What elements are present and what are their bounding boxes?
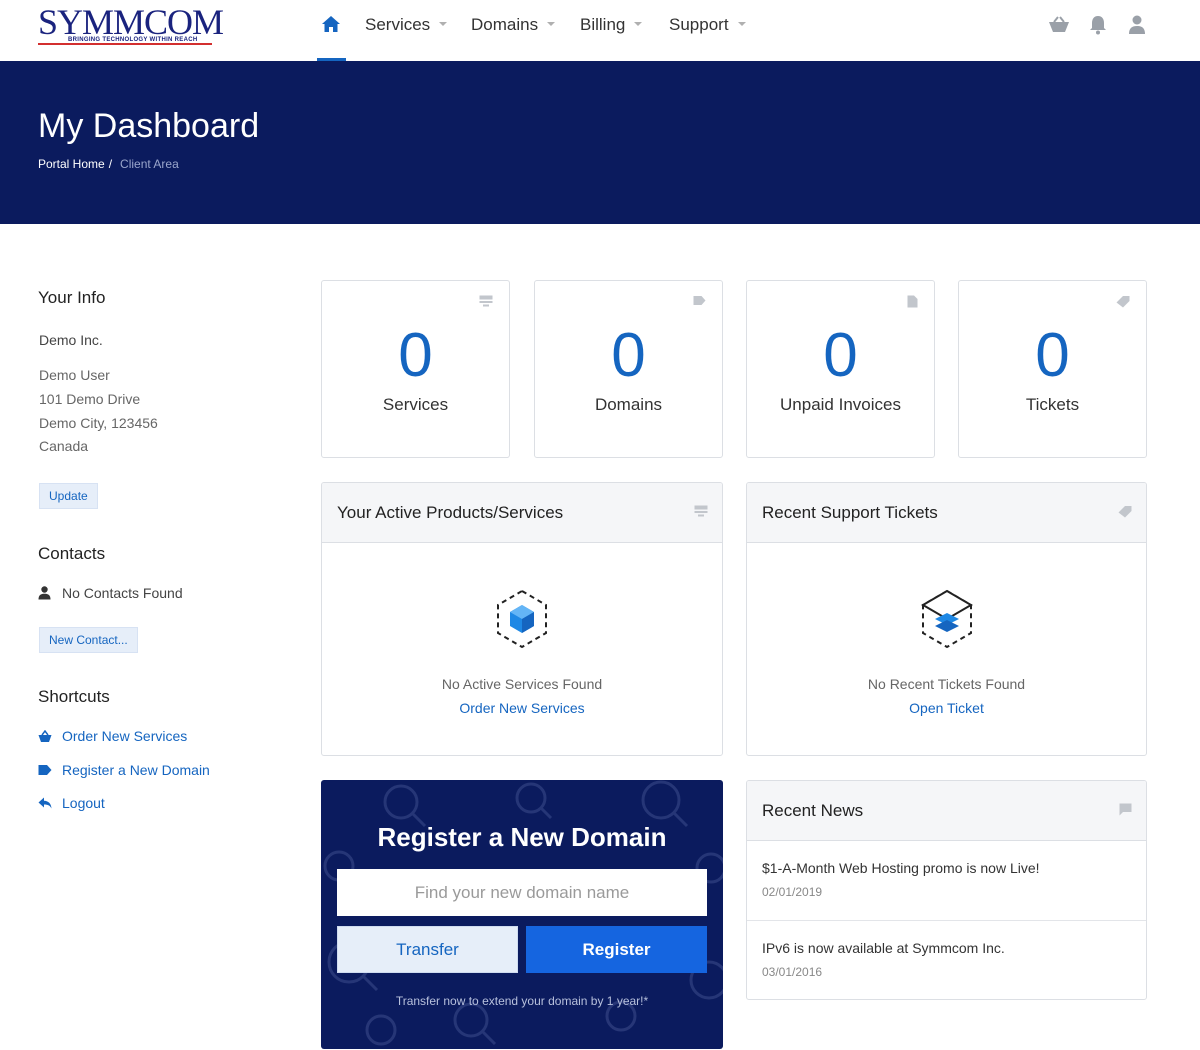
shortcut-label: Order New Services — [62, 728, 188, 744]
brand-logo[interactable]: SYMMCOM BRINGING TECHNOLOGY WITHIN REACH — [38, 4, 224, 46]
server-icon — [479, 295, 493, 307]
open-ticket-link[interactable]: Open Ticket — [747, 700, 1146, 716]
stat-value: 0 — [1035, 321, 1070, 390]
shortcuts-heading: Shortcuts — [38, 687, 110, 706]
panel-title: Recent Support Tickets — [762, 503, 938, 522]
nav-home-link[interactable] — [317, 0, 346, 61]
ticket-icon — [1118, 506, 1132, 518]
stat-label: Unpaid Invoices — [780, 395, 901, 414]
contacts-empty: No Contacts Found — [38, 585, 183, 601]
shortcut-logout[interactable]: Logout — [38, 795, 105, 811]
chevron-down-icon — [737, 22, 746, 27]
stat-label: Services — [382, 395, 449, 414]
domain-register-title: Register a New Domain — [377, 822, 667, 852]
comment-icon — [1119, 803, 1132, 816]
empty-message: No Recent Tickets Found — [867, 676, 1026, 692]
info-company: Demo Inc. — [39, 332, 103, 348]
panel-header: Your Active Products/Services — [322, 483, 722, 543]
server-icon — [694, 505, 708, 517]
info-address-line: Demo City, 123456 — [39, 415, 158, 431]
nav-support[interactable]: Support — [669, 15, 746, 35]
panel-header: Recent News — [747, 781, 1146, 841]
info-address-line: Canada — [39, 438, 89, 454]
user-icon — [38, 586, 51, 600]
contacts-heading: Contacts — [38, 544, 106, 563]
panel-title: Your Active Products/Services — [337, 503, 564, 522]
news-item[interactable]: $1-A-Month Web Hosting promo is now Live… — [747, 841, 1146, 921]
reply-icon — [38, 797, 52, 809]
stat-card-domains[interactable]: 0 Domains — [534, 280, 723, 458]
news-item-date: 03/01/2016 — [762, 965, 823, 979]
chevron-down-icon — [634, 22, 643, 27]
your-info-heading: Your Info — [38, 288, 106, 307]
breadcrumb-separator: / — [108, 157, 113, 171]
tag-icon — [693, 296, 706, 305]
home-icon — [322, 16, 340, 32]
shortcut-label: Logout — [62, 795, 105, 811]
tag-icon — [38, 765, 52, 775]
ticket-icon — [1116, 296, 1130, 308]
stat-value: 0 — [611, 321, 646, 390]
empty-box-icon — [497, 589, 547, 649]
transfer-button[interactable]: Transfer — [337, 926, 518, 973]
breadcrumb-current: Client Area — [120, 157, 179, 171]
update-info-button[interactable]: Update — [39, 483, 98, 509]
stat-value: 0 — [823, 321, 858, 390]
chevron-down-icon — [547, 22, 556, 27]
empty-envelope-icon — [920, 589, 973, 649]
nav-domains[interactable]: Domains — [471, 15, 556, 35]
stat-card-unpaid-invoices[interactable]: 0 Unpaid Invoices — [746, 280, 935, 458]
recent-news-panel: Recent News $1-A-Month Web Hosting promo… — [746, 780, 1147, 1000]
page-header: My Dashboard Portal Home / Client Area — [0, 61, 1200, 224]
domain-search-input[interactable] — [337, 869, 707, 916]
contacts-empty-text: No Contacts Found — [62, 585, 183, 601]
page-title: My Dashboard — [38, 107, 260, 145]
nav-billing[interactable]: Billing — [580, 15, 643, 35]
cart-icon[interactable] — [1048, 16, 1070, 34]
breadcrumb: Portal Home / Client Area — [38, 157, 179, 171]
domain-register-panel: Register a New Domain Transfer Register … — [321, 780, 723, 1049]
nav-support-label: Support — [669, 15, 729, 34]
news-item-title: $1-A-Month Web Hosting promo is now Live… — [762, 860, 1040, 876]
breadcrumb-home[interactable]: Portal Home — [38, 157, 105, 171]
news-item[interactable]: IPv6 is now available at Symmcom Inc. 03… — [747, 920, 1146, 999]
recent-tickets-panel: Recent Support Tickets No Recent Tickets… — [746, 482, 1147, 756]
user-icon[interactable] — [1128, 15, 1146, 35]
shortcut-register-domain[interactable]: Register a New Domain — [38, 762, 210, 778]
brand-logo-text: SYMMCOM — [38, 2, 224, 42]
info-address-line: Demo User — [39, 367, 110, 383]
nav-domains-label: Domains — [471, 15, 539, 34]
empty-message: No Active Services Found — [441, 676, 603, 692]
info-address-line: 101 Demo Drive — [39, 391, 141, 407]
basket-icon — [38, 729, 52, 742]
panel-header: Recent Support Tickets — [747, 483, 1146, 543]
stat-card-tickets[interactable]: 0 Tickets — [958, 280, 1147, 458]
stat-card-services[interactable]: 0 Services — [321, 280, 510, 458]
bell-icon[interactable] — [1089, 15, 1107, 35]
panel-title: Recent News — [762, 801, 864, 820]
order-new-services-link[interactable]: Order New Services — [322, 700, 722, 716]
shortcut-label: Register a New Domain — [62, 762, 210, 778]
chevron-down-icon — [439, 22, 448, 27]
news-item-title: IPv6 is now available at Symmcom Inc. — [762, 940, 1005, 956]
stat-value: 0 — [398, 321, 433, 390]
nav-billing-label: Billing — [580, 15, 626, 34]
new-contact-button[interactable]: New Contact... — [39, 627, 138, 653]
transfer-note: Transfer now to extend your domain by 1 … — [395, 994, 649, 1008]
shortcut-order-new-services[interactable]: Order New Services — [38, 728, 187, 744]
stat-label: Domains — [594, 395, 663, 414]
register-button[interactable]: Register — [526, 926, 707, 973]
file-icon — [907, 295, 918, 308]
stat-label: Tickets — [1025, 395, 1080, 414]
nav-services-label: Services — [365, 15, 431, 34]
nav-services[interactable]: Services — [365, 15, 448, 35]
news-item-date: 02/01/2019 — [762, 885, 823, 899]
top-navbar: SYMMCOM BRINGING TECHNOLOGY WITHIN REACH… — [0, 0, 1200, 61]
active-products-panel: Your Active Products/Services No Active … — [321, 482, 723, 756]
logo-underline — [38, 43, 212, 45]
